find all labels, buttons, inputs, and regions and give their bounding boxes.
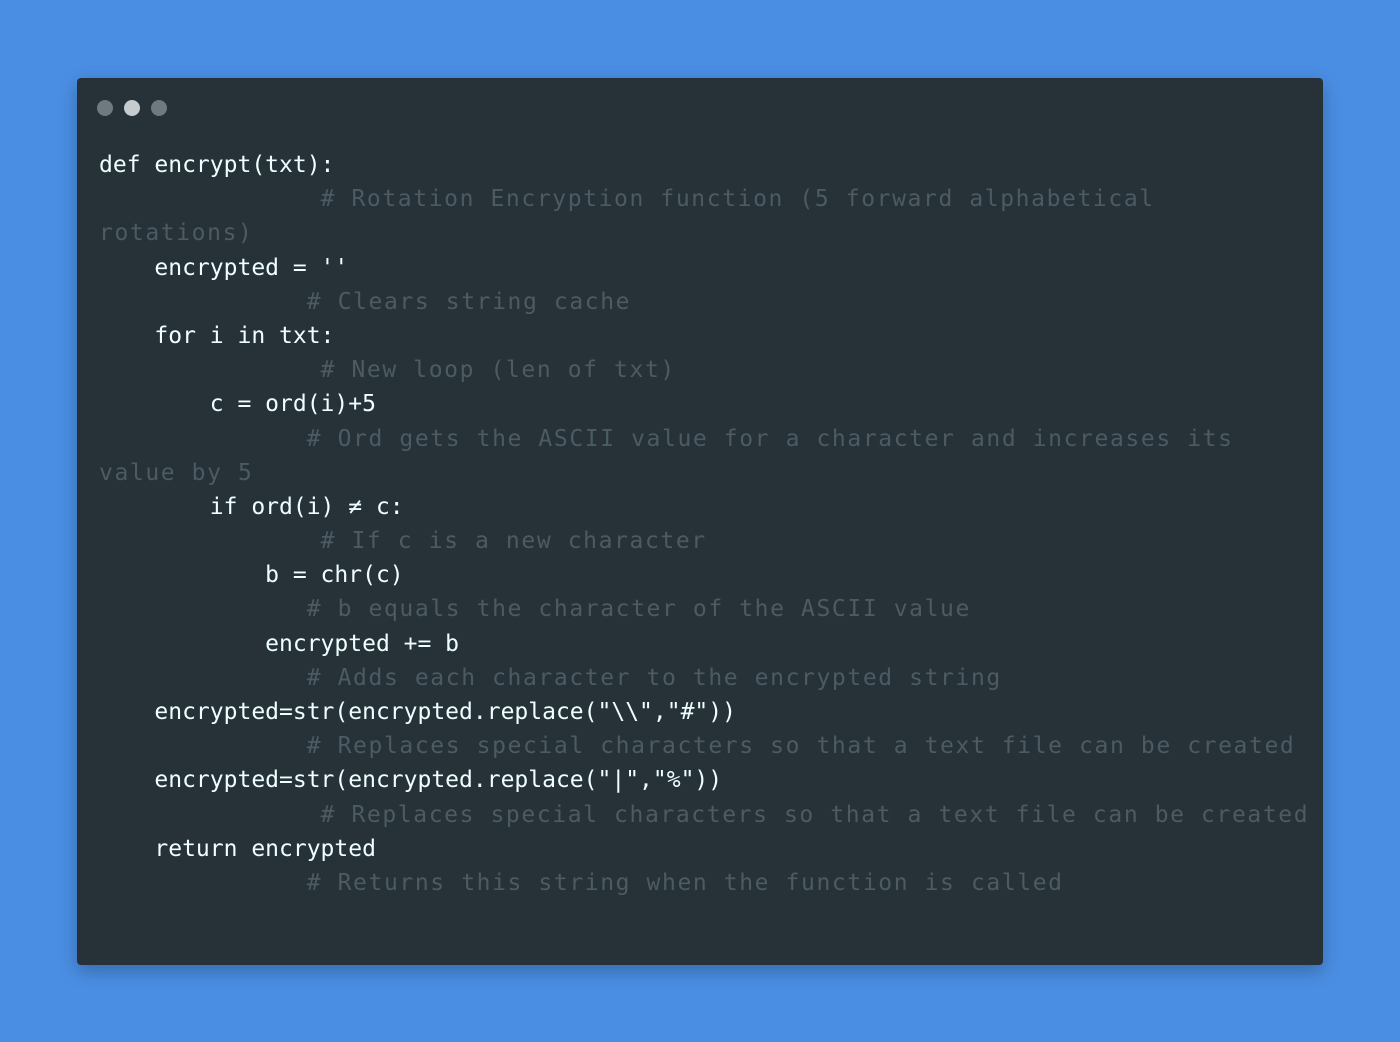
comment-text: # Replaces special characters so that a … [306,733,1296,760]
code-text: return encrypted [154,835,376,862]
code-line: return encrypted [99,832,1304,866]
code-text: encrypted += b [265,630,460,657]
code-block: def encrypt(txt): # Rotation Encryption … [99,148,1308,900]
window-controls [97,100,167,116]
code-comment-line: rotations) [99,216,1304,250]
code-text: encrypted=str(encrypted.replace("|","%")… [154,767,723,794]
code-comment-line: # Adds each character to the encrypted s… [99,661,1304,695]
code-line: c = ord(i)+5 [99,387,1304,421]
comment-text: # Clears string cache [306,288,632,315]
window-dot [151,100,167,116]
code-line: encrypted = '' [99,251,1304,285]
code-line: encrypted=str(encrypted.replace("|","%")… [99,763,1304,797]
code-comment-line: # Rotation Encryption function (5 forwar… [99,182,1304,216]
code-comment-line: # Ord gets the ASCII value for a charact… [99,422,1304,456]
comment-text: value by 5 [99,459,254,486]
comment-text: # If c is a new character [320,528,707,555]
code-comment-line: # New loop (len of txt) [99,353,1304,387]
code-line: b = chr(c) [99,558,1304,592]
code-text: b = chr(c) [265,562,404,589]
code-comment-line: # Clears string cache [99,285,1304,319]
comment-text: rotations) [99,220,254,247]
comment-text: # Adds each character to the encrypted s… [306,664,1002,691]
code-comment-line: # If c is a new character [99,524,1304,558]
code-comment-line: # Returns this string when the function … [99,866,1304,900]
comment-text: # Rotation Encryption function (5 forwar… [320,186,1155,213]
code-text: def encrypt(txt): [99,152,335,178]
code-text: for i in txt: [154,322,335,349]
window-dot [97,100,113,116]
comment-text: # New loop (len of txt) [320,357,676,384]
code-line: if ord(i) ≠ c: [99,490,1304,524]
comment-text: # b equals the character of the ASCII va… [306,596,971,623]
code-window: def encrypt(txt): # Rotation Encryption … [77,78,1323,965]
code-line: encrypted += b [99,627,1304,661]
code-text: encrypted=str(encrypted.replace("\\","#"… [154,699,736,725]
code-line: for i in txt: [99,319,1304,353]
code-text: encrypted = '' [154,254,349,281]
code-comment-line: # b equals the character of the ASCII va… [99,592,1304,626]
comment-text: # Replaces special characters so that a … [320,801,1310,828]
comment-text: # Ord gets the ASCII value for a charact… [306,425,1234,452]
comment-text: # Returns this string when the function … [306,869,1064,896]
code-comment-line: # Replaces special characters so that a … [99,729,1304,763]
window-dot [124,100,140,116]
code-text: if ord(i) ≠ c: [209,493,404,520]
code-comment-line: value by 5 [99,456,1304,490]
code-line: def encrypt(txt): [99,148,1304,182]
code-line: encrypted=str(encrypted.replace("\\","#"… [99,695,1304,729]
code-comment-line: # Replaces special characters so that a … [99,798,1308,832]
code-text: c = ord(i)+5 [209,391,376,418]
